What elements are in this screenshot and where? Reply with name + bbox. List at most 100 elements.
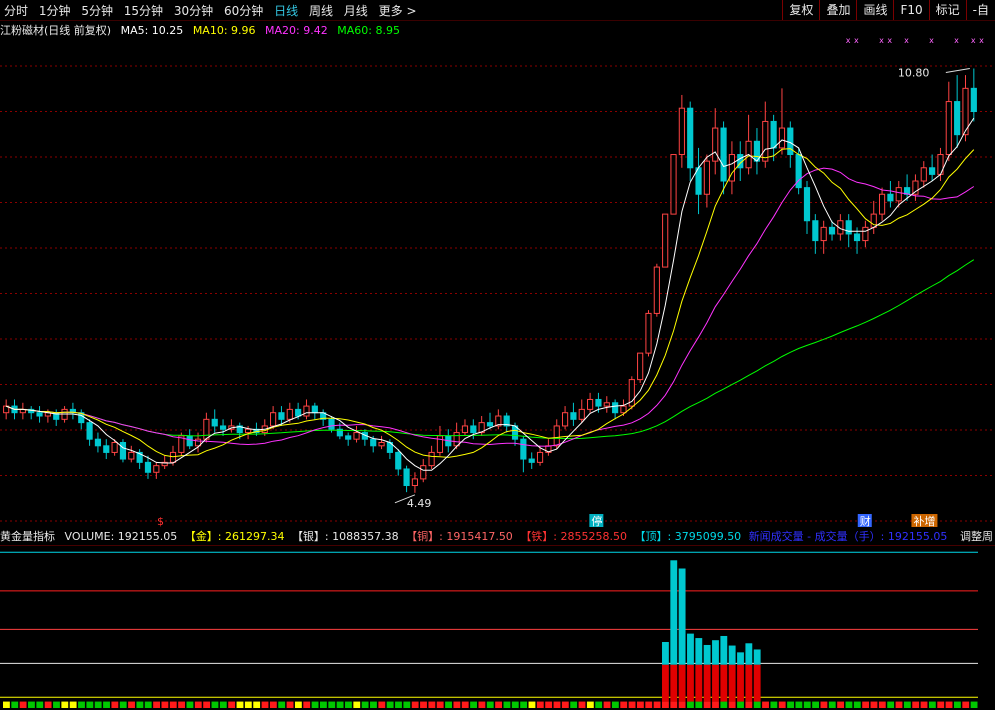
candle-body[interactable] [878,193,886,215]
volume-bar[interactable] [461,701,469,708]
f10-button[interactable]: F10 [893,0,928,20]
volume-bar[interactable] [136,701,144,708]
candle-body[interactable] [128,451,135,460]
volume-bar[interactable] [745,701,753,708]
volume-bar[interactable] [328,701,336,708]
candle-body[interactable] [712,127,719,162]
volume-bar[interactable] [261,701,269,708]
candle-body[interactable] [787,127,794,156]
volume-bar[interactable] [762,701,769,708]
candle-body[interactable] [295,408,302,417]
candle-body[interactable] [153,465,160,473]
volume-bar[interactable] [737,701,744,708]
volume-bar[interactable] [611,701,619,708]
volume-bar[interactable] [36,701,44,708]
volume-bar[interactable] [411,701,419,708]
volume-bar[interactable] [86,701,94,708]
candle-body[interactable] [770,120,777,149]
volume-bar[interactable] [286,701,294,708]
volume-bar[interactable] [294,701,302,708]
candle-body[interactable] [820,226,827,242]
volume-bar[interactable] [586,701,594,708]
volume-bar[interactable] [803,701,811,708]
volume-bar[interactable] [153,701,160,708]
volume-bar[interactable] [887,701,895,708]
volume-bar[interactable] [695,701,703,708]
candle-body[interactable] [687,107,694,169]
candle-body[interactable] [103,445,110,453]
candle-body[interactable] [561,412,569,427]
mark-button[interactable]: 标记 [928,0,966,20]
candle-body[interactable] [370,438,377,447]
volume-bar[interactable] [945,701,953,708]
candle-body[interactable] [345,435,352,440]
candle-body[interactable] [929,167,936,175]
kline-chart[interactable]: 10.804.49xxxxxxxxxxx$停财补增 [0,0,995,710]
volume-bar[interactable] [795,701,803,708]
volume-bar[interactable] [336,701,344,708]
volume-bar[interactable] [570,701,578,708]
volume-bar[interactable] [103,701,110,708]
volume-bar[interactable] [703,701,711,708]
candle-body[interactable] [662,213,669,268]
volume-bar[interactable] [903,701,911,708]
volume-bar[interactable] [545,701,553,708]
tab-monthly[interactable]: 月线 [344,4,368,18]
volume-bar[interactable] [561,701,569,708]
volume-bar[interactable] [770,701,778,708]
candle-body[interactable] [912,180,919,195]
volume-bar[interactable] [253,701,261,708]
volume-bar[interactable] [161,701,169,708]
volume-bar[interactable] [178,701,186,708]
custom-button[interactable]: -自 [965,0,995,20]
volume-bar[interactable] [603,701,611,708]
volume-bar[interactable] [378,701,386,708]
candle-body[interactable] [945,101,952,156]
candle-body[interactable] [887,193,894,202]
candle-body[interactable] [86,422,93,440]
volume-bar[interactable] [962,701,970,708]
candle-body[interactable] [528,458,535,463]
tab-fenshi[interactable]: 分时 [4,4,28,18]
volume-bar[interactable] [820,701,828,708]
volume-bar[interactable] [687,701,694,708]
volume-bar[interactable] [278,701,286,708]
volume-bar[interactable] [912,701,920,708]
candle-body[interactable] [436,435,444,453]
volume-bar[interactable] [712,701,719,708]
tab-60min[interactable]: 60分钟 [224,4,263,18]
candle-body[interactable] [862,226,869,242]
volume-bar[interactable] [553,701,561,708]
volume-bar[interactable] [486,701,494,708]
candle-body[interactable] [536,451,544,463]
candle-body[interactable] [678,107,685,156]
volume-bar[interactable] [812,701,820,708]
candle-body[interactable] [186,435,193,447]
tab-30min[interactable]: 30分钟 [174,4,213,18]
candle-body[interactable] [870,213,877,228]
candle-body[interactable] [411,478,419,487]
candle-body[interactable] [845,220,852,235]
candle-body[interactable] [620,405,627,414]
volume-bar[interactable] [211,701,219,708]
volume-bar[interactable] [28,701,35,708]
volume-bar[interactable] [853,701,861,708]
volume-bar[interactable] [778,701,786,708]
candle-body[interactable] [94,438,102,447]
volume-bar[interactable] [862,701,870,708]
volume-bar[interactable] [970,701,978,708]
volume-bar[interactable] [653,701,661,708]
candle-body[interactable] [570,412,577,420]
volume-bar[interactable] [420,701,427,708]
volume-bar[interactable] [678,701,686,708]
volume-bar[interactable] [111,701,119,708]
candle-body[interactable] [395,451,402,470]
candle-body[interactable] [812,220,819,242]
volume-bar[interactable] [436,701,444,708]
volume-bar[interactable] [386,701,394,708]
candle-body[interactable] [453,432,460,447]
volume-bar[interactable] [828,701,836,708]
volume-bar[interactable] [428,701,436,708]
volume-bar[interactable] [753,701,761,708]
tab-15min[interactable]: 15分钟 [124,4,163,18]
